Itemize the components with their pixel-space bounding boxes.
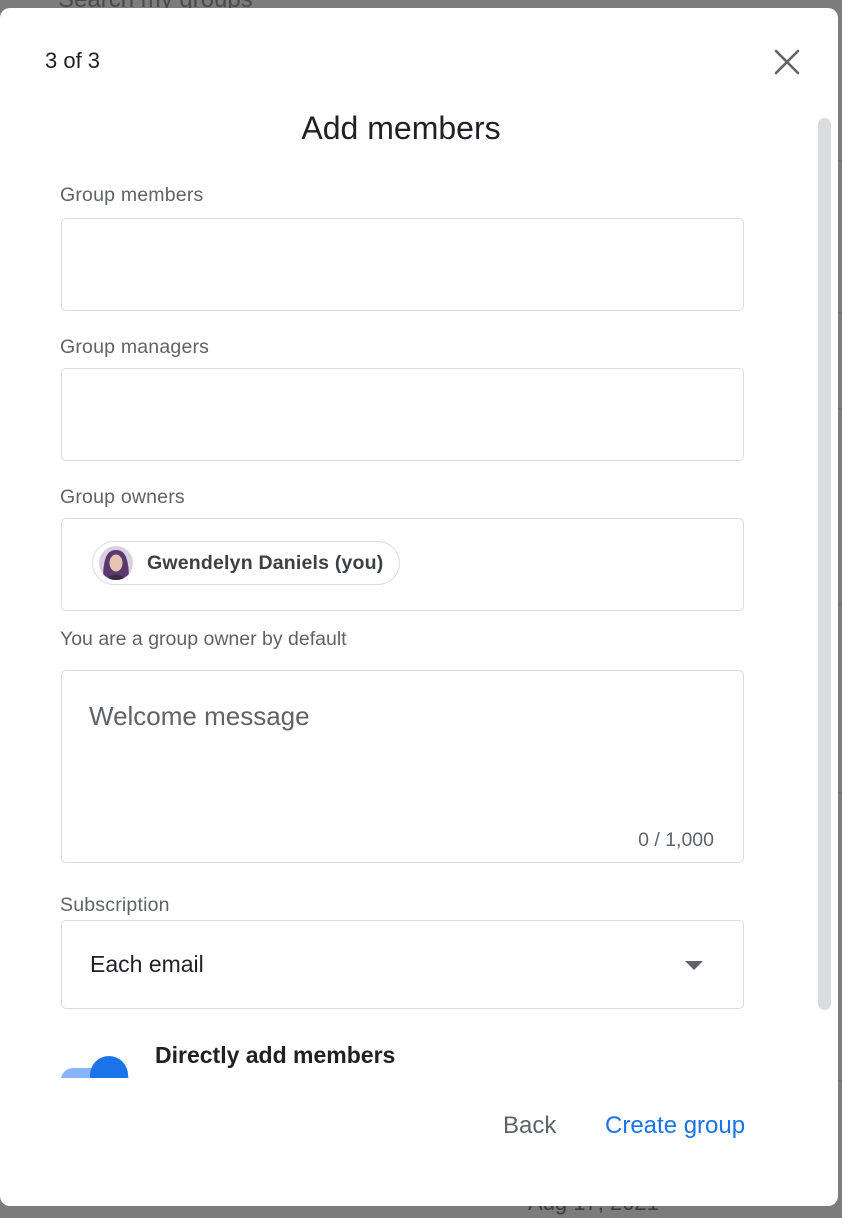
- group-managers-input[interactable]: [61, 368, 744, 461]
- subscription-selected-value: Each email: [90, 951, 204, 977]
- close-icon: [774, 49, 800, 75]
- dialog-scrollbar[interactable]: [818, 118, 831, 1010]
- direct-add-row: Directly add members: [0, 1042, 838, 1078]
- group-managers-label: Group managers: [60, 336, 210, 358]
- avatar: [99, 546, 133, 580]
- add-members-dialog: 3 of 3 Add members Group members Group m…: [0, 8, 838, 1206]
- group-members-label: Group members: [60, 184, 204, 206]
- character-counter: 0 / 1,000: [638, 829, 714, 851]
- create-group-button[interactable]: Create group: [605, 1112, 745, 1140]
- group-owners-label: Group owners: [60, 486, 185, 508]
- back-button[interactable]: Back: [503, 1112, 556, 1140]
- subscription-select[interactable]: Each email: [61, 920, 744, 1009]
- group-members-input[interactable]: [61, 218, 744, 311]
- welcome-message-textarea[interactable]: Welcome message 0 / 1,000: [61, 670, 744, 863]
- dialog-title: Add members: [301, 110, 501, 146]
- dropdown-arrow-icon: [685, 961, 703, 970]
- toggle-knob[interactable]: [90, 1056, 128, 1078]
- welcome-message-placeholder: Welcome message: [89, 701, 310, 731]
- subscription-label: Subscription: [60, 894, 170, 916]
- close-button[interactable]: [766, 41, 808, 83]
- owner-chip[interactable]: Gwendelyn Daniels (you): [92, 541, 401, 585]
- direct-add-label: Directly add members: [155, 1042, 396, 1068]
- group-owners-input[interactable]: Gwendelyn Daniels (you): [61, 518, 744, 611]
- step-indicator: 3 of 3: [45, 48, 101, 73]
- owner-chip-label: Gwendelyn Daniels (you): [147, 551, 384, 574]
- owners-helper-text: You are a group owner by default: [60, 628, 347, 650]
